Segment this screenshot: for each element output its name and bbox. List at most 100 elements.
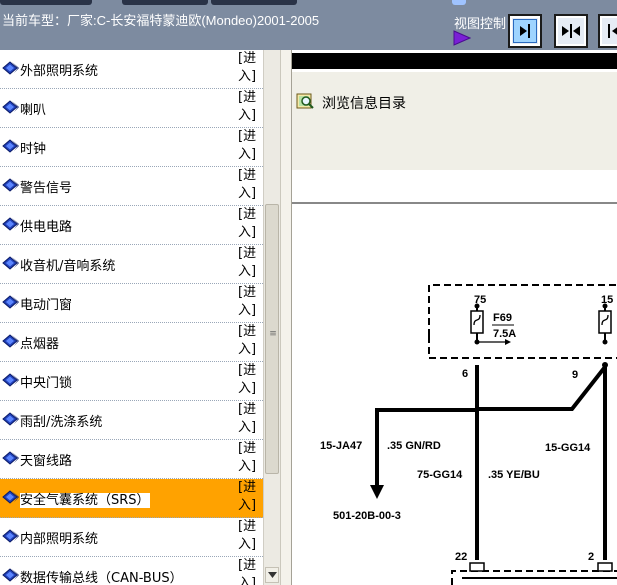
enter-link[interactable]: [进入] xyxy=(238,89,260,125)
enter-link[interactable]: [进入] xyxy=(238,362,260,398)
book-search-icon[interactable] xyxy=(296,92,314,110)
list-item[interactable]: 电动门窗 [进入] xyxy=(0,284,263,323)
list-item-label: 时钟 xyxy=(20,142,47,157)
enter-link[interactable]: [进入] xyxy=(238,206,260,242)
list-item-label: 数据传输总线（CAN-BUS） xyxy=(20,571,183,585)
tab-2[interactable] xyxy=(122,0,208,5)
diamond-bullet-icon xyxy=(2,334,19,348)
diamond-bullet-icon xyxy=(2,178,19,192)
tab-1[interactable] xyxy=(0,0,92,5)
list-item[interactable]: 雨刮/洗涤系统 [进入] xyxy=(0,401,263,440)
view-align-right-button[interactable] xyxy=(508,14,542,48)
list-item[interactable]: 中央门锁 [进入] xyxy=(0,362,263,401)
list-item-label: 外部照明系统 xyxy=(20,64,99,79)
enter-link[interactable]: [进入] xyxy=(238,50,260,86)
enter-link[interactable]: [进入] xyxy=(238,245,260,281)
scrollbar-thumb[interactable]: ≡ xyxy=(265,204,279,474)
scroll-down-button[interactable] xyxy=(265,567,279,583)
list-scrollbar[interactable]: ≡ xyxy=(263,50,280,585)
align-right-icon xyxy=(520,24,530,38)
list-item-label: 安全气囊系统（SRS） xyxy=(20,493,150,508)
list-item-label: 电动门窗 xyxy=(20,298,73,313)
list-item[interactable]: 供电电路 [进入] xyxy=(0,206,263,245)
diamond-bullet-icon xyxy=(2,217,19,231)
tab-3[interactable] xyxy=(211,0,297,5)
list-item-label: 天窗线路 xyxy=(20,454,73,469)
diamond-bullet-icon xyxy=(2,490,19,504)
diamond-bullet-icon xyxy=(2,100,19,114)
list-item[interactable]: 数据传输总线（CAN-BUS） [进入] xyxy=(0,557,263,585)
top-header-bar: 当前车型：厂家:C-长安福特蒙迪欧(Mondeo)2001-2005 视图控制 xyxy=(0,0,617,50)
pin-15-label: 15 xyxy=(601,294,613,306)
content-panel: 浏览信息目录 75 F69 7.5A 15 6 9 15-JA47 .35 GN… xyxy=(292,50,617,585)
enter-link[interactable]: [进入] xyxy=(238,167,260,203)
list-item[interactable]: 收音机/音响系统 [进入] xyxy=(0,245,263,284)
align-left-icon xyxy=(608,24,617,38)
enter-link[interactable]: [进入] xyxy=(238,401,260,437)
list-item-label: 内部照明系统 xyxy=(20,532,99,547)
diamond-bullet-icon xyxy=(2,256,19,270)
view-align-left-button[interactable] xyxy=(598,14,617,48)
list-item-label: 雨刮/洗涤系统 xyxy=(20,415,103,430)
list-item[interactable]: 外部照明系统 [进入] xyxy=(0,50,263,89)
list-item-label: 收音机/音响系统 xyxy=(20,259,116,274)
list-item[interactable]: 安全气囊系统（SRS） [进入] xyxy=(0,479,263,518)
list-item-label: 喇叭 xyxy=(20,103,47,118)
list-item[interactable]: 内部照明系统 [进入] xyxy=(0,518,263,557)
enter-link[interactable]: [进入] xyxy=(238,323,260,359)
panel-splitter[interactable] xyxy=(280,50,292,585)
fuse-box-outline-left xyxy=(428,284,617,336)
list-item-label: 中央门锁 xyxy=(20,376,73,391)
list-item-label: 供电电路 xyxy=(20,220,73,235)
current-vehicle-label: 当前车型：厂家:C-长安福特蒙迪欧(Mondeo)2001-2005 xyxy=(2,13,320,28)
list-item[interactable]: 时钟 [进入] xyxy=(0,128,263,167)
divider xyxy=(292,202,617,204)
wire-gn-rd-label: .35 GN/RD xyxy=(387,440,441,452)
enter-link[interactable]: [进入] xyxy=(238,557,260,585)
reference-label: 501-20B-00-3 xyxy=(333,510,401,522)
view-center-button[interactable] xyxy=(554,14,588,48)
fuse-f69-symbol xyxy=(470,310,484,334)
diamond-bullet-icon xyxy=(2,373,19,387)
list-item[interactable]: 喇叭 [进入] xyxy=(0,89,263,128)
play-arrow-icon xyxy=(453,30,471,46)
enter-link[interactable]: [进入] xyxy=(238,518,260,554)
list-item-label: 警告信号 xyxy=(20,181,73,196)
system-list-panel: 外部照明系统 [进入] 喇叭 [进入] 时钟 [进入] 警告信号 [进入] 供电电路 [进入] 收音… xyxy=(0,50,263,585)
center-collapse-icon xyxy=(562,24,580,38)
wire-75-gg14-label: 75-GG14 xyxy=(417,469,463,481)
enter-link[interactable]: [进入] xyxy=(238,479,260,515)
browse-info-bar: 浏览信息目录 xyxy=(292,72,617,170)
wire-ye-bu-label: .35 YE/BU xyxy=(488,469,540,481)
wire-15-gg14-label: 15-GG14 xyxy=(545,442,591,454)
diamond-bullet-icon xyxy=(2,295,19,309)
pin-9-label: 9 xyxy=(572,369,578,381)
enter-link[interactable]: [进入] xyxy=(238,128,260,164)
enter-link[interactable]: [进入] xyxy=(238,440,260,476)
list-item[interactable]: 警告信号 [进入] xyxy=(0,167,263,206)
diamond-bullet-icon xyxy=(2,61,19,75)
diamond-bullet-icon xyxy=(2,412,19,426)
diamond-bullet-icon xyxy=(2,529,19,543)
pin-6-label: 6 xyxy=(462,368,468,380)
fuse-rating-label: 7.5A xyxy=(493,328,516,340)
chevron-down-icon xyxy=(268,572,277,578)
pin-2-label: 2 xyxy=(588,551,594,563)
grip-icon: ≡ xyxy=(269,329,277,339)
diamond-bullet-icon xyxy=(2,568,19,582)
wiring-diagram: 75 F69 7.5A 15 6 9 15-JA47 .35 GN/RD 75-… xyxy=(320,284,617,585)
browse-catalog-label[interactable]: 浏览信息目录 xyxy=(322,93,406,113)
content-title-bar xyxy=(292,53,617,69)
pin-22-label: 22 xyxy=(455,551,467,563)
list-item-label: 点烟器 xyxy=(20,337,60,352)
tab-4[interactable] xyxy=(452,0,466,5)
list-item[interactable]: 点烟器 [进入] xyxy=(0,323,263,362)
fuse-f69-label: F69 xyxy=(493,312,512,324)
list-item[interactable]: 天窗线路 [进入] xyxy=(0,440,263,479)
diamond-bullet-icon xyxy=(2,451,19,465)
wire-15-ja47-label: 15-JA47 xyxy=(320,440,362,452)
diamond-bullet-icon xyxy=(2,139,19,153)
tab-strip xyxy=(0,0,617,6)
enter-link[interactable]: [进入] xyxy=(238,284,260,320)
fuse-box-outline-bottom xyxy=(428,336,617,359)
